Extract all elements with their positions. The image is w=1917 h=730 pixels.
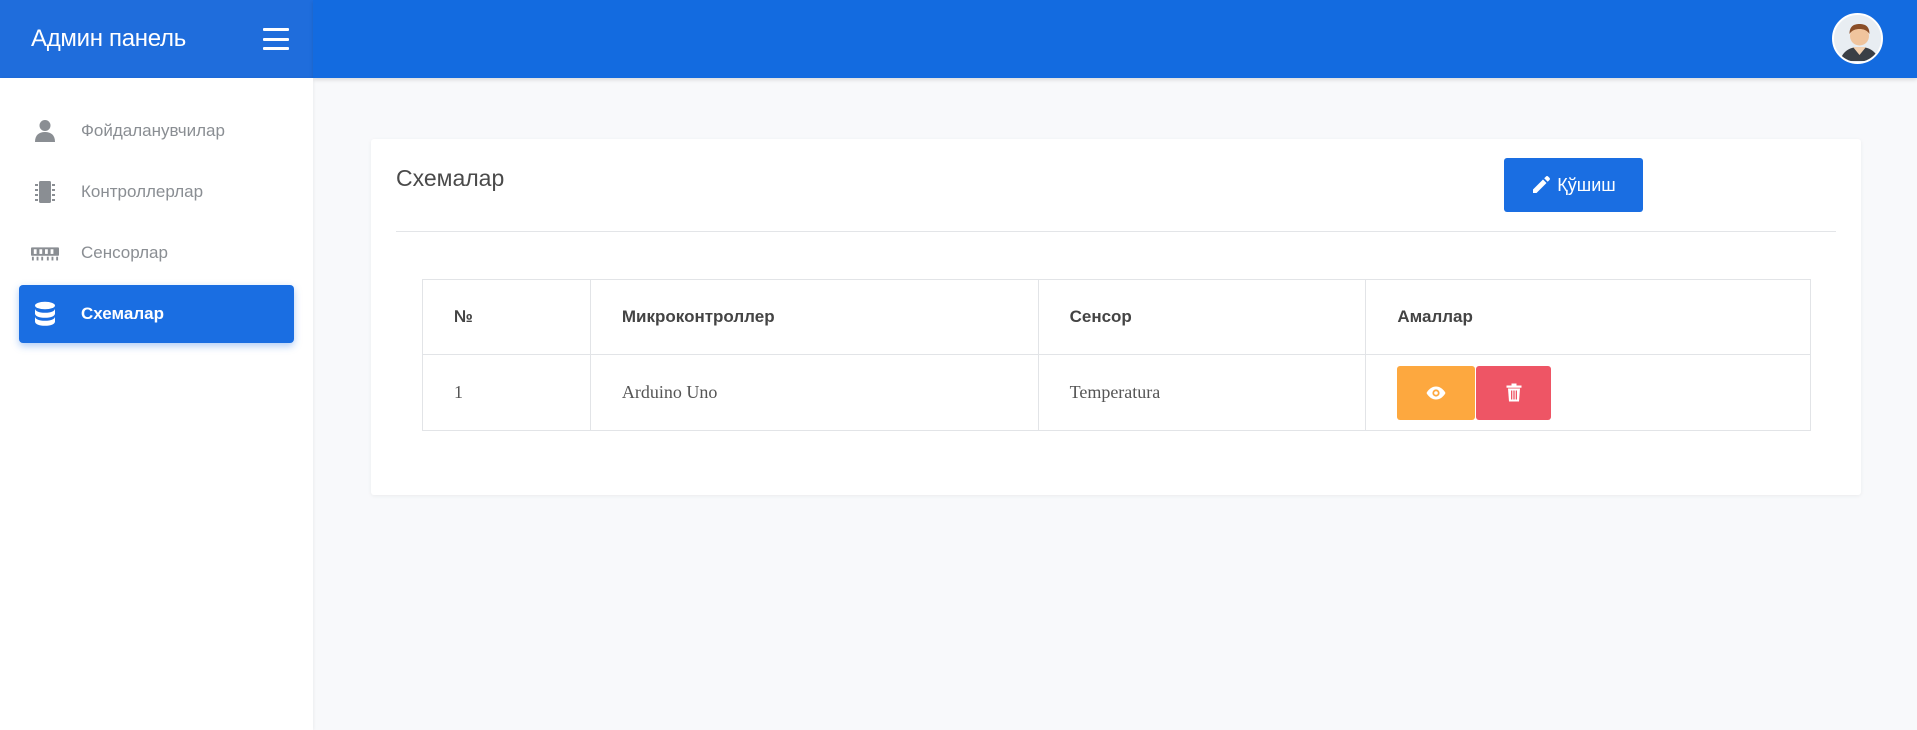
schemes-card: Схемалар Қўшиш № Микроконтроллер Сенсор …: [371, 139, 1861, 495]
sidebar-item-users[interactable]: Фойдаланувчилар: [19, 102, 294, 160]
row-controller: Arduino Uno: [589, 354, 1039, 431]
eye-icon: [1426, 386, 1446, 399]
avatar-icon: [1834, 15, 1881, 62]
pencil-icon: [1533, 176, 1551, 193]
trash-icon: [1506, 383, 1522, 402]
sidebar-item-controllers[interactable]: Контроллерлар: [19, 163, 294, 221]
top-header: [313, 0, 1917, 78]
sidebar-item-schemes[interactable]: Схемалар: [19, 285, 294, 343]
sidebar: Фойдаланувчилар Контроллерлар Сенсорлар: [0, 78, 313, 730]
delete-button[interactable]: [1476, 365, 1552, 420]
add-button-label: Қўшиш: [1557, 174, 1616, 195]
column-header: №: [422, 279, 591, 355]
sidebar-item-sensors[interactable]: Сенсорлар: [19, 224, 294, 282]
app-title: Админ панель: [31, 25, 186, 52]
brand-bar: Админ панель: [0, 0, 313, 78]
column-header: Амаллар: [1365, 279, 1811, 355]
chip-icon: [31, 178, 59, 206]
page-title: Схемалар: [396, 165, 505, 191]
sidebar-item-label: Схемалар: [81, 304, 164, 323]
memory-icon: [31, 239, 59, 267]
schemes-table: № Микроконтроллер Сенсор Амаллар 1 Ardui…: [422, 279, 1811, 431]
sidebar-item-label: Сенсорлар: [81, 243, 168, 262]
row-number: 1: [422, 354, 591, 431]
table-row: 1 Arduino Uno Temperatura: [422, 354, 1811, 431]
sidebar-item-label: Контроллерлар: [81, 182, 204, 201]
column-header: Сенсор: [1037, 279, 1367, 355]
avatar[interactable]: [1832, 13, 1883, 64]
user-icon: [31, 117, 59, 145]
divider: [396, 231, 1836, 232]
column-header: Микроконтроллер: [589, 279, 1039, 355]
menu-toggle-icon[interactable]: [263, 28, 289, 50]
row-actions: [1365, 354, 1811, 431]
row-sensor: Temperatura: [1037, 354, 1367, 431]
sidebar-item-label: Фойдаланувчилар: [81, 121, 225, 140]
view-button[interactable]: [1397, 365, 1476, 420]
table-header-row: № Микроконтроллер Сенсор Амаллар: [422, 279, 1811, 355]
add-button[interactable]: Қўшиш: [1504, 158, 1643, 212]
database-icon: [31, 300, 59, 328]
